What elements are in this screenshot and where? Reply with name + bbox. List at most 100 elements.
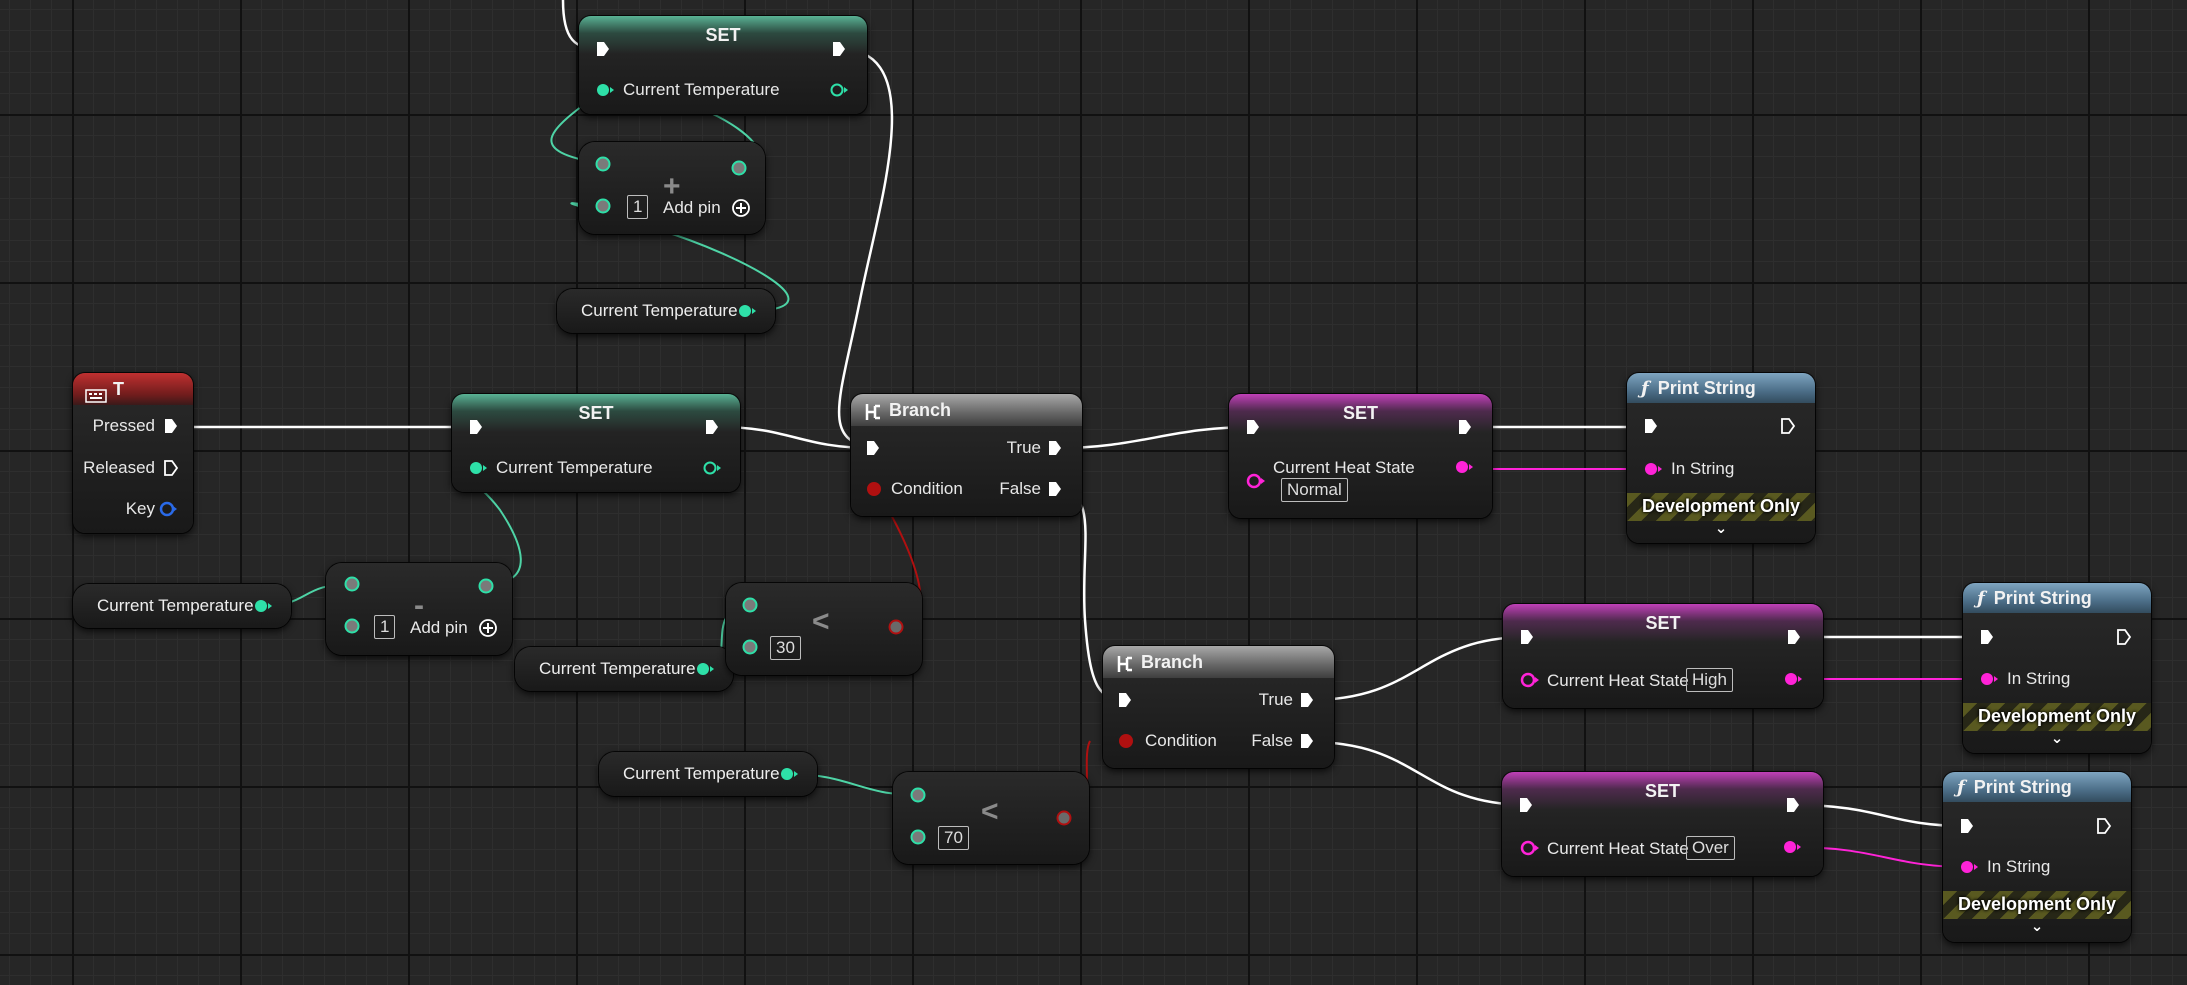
- getter-label: Current Temperature: [581, 301, 738, 320]
- set-heat-state-node[interactable]: SET Current Heat State Normal: [1229, 394, 1492, 518]
- float-out-pin[interactable]: [829, 82, 849, 103]
- float-in-pin-b[interactable]: [594, 197, 612, 220]
- bool-in-pin[interactable]: [865, 480, 883, 503]
- exec-out-pin[interactable]: [1457, 418, 1473, 441]
- bool-in-pin[interactable]: [1117, 732, 1135, 755]
- exec-out-true[interactable]: [1299, 691, 1315, 714]
- float-out-pin[interactable]: [695, 661, 715, 682]
- float-out-pin[interactable]: [737, 303, 757, 324]
- add-pin-label[interactable]: Add pin: [410, 618, 468, 638]
- exec-in-pin[interactable]: [1117, 691, 1133, 714]
- exec-out-pin[interactable]: [831, 40, 847, 63]
- string-out-pin[interactable]: [1454, 459, 1474, 480]
- chevron-down-icon[interactable]: ⌄: [1627, 519, 1815, 537]
- operator-symbol: <: [981, 795, 999, 828]
- string-in-pin[interactable]: [1643, 461, 1663, 482]
- bool-out-pin[interactable]: [1055, 809, 1073, 832]
- float-in-pin-a[interactable]: [741, 596, 759, 619]
- string-in-pin[interactable]: [1245, 472, 1267, 495]
- exec-out-pin[interactable]: [1786, 628, 1802, 651]
- exec-in-pin[interactable]: [1519, 628, 1535, 651]
- literal-input[interactable]: 1: [627, 195, 649, 219]
- float-in-pin[interactable]: [595, 82, 615, 103]
- string-in-pin[interactable]: [1519, 839, 1541, 862]
- exec-in-pin[interactable]: [865, 439, 881, 462]
- print-string-node[interactable]: ƒ Print String In String Development Onl…: [1627, 373, 1815, 543]
- exec-in-pin[interactable]: [1518, 796, 1534, 819]
- add-pin-label[interactable]: Add pin: [663, 198, 721, 218]
- chevron-down-icon[interactable]: ⌄: [1943, 917, 2131, 935]
- node-header: ƒ Print String: [1943, 772, 2131, 802]
- print-string-node[interactable]: ƒ Print String In String Development Onl…: [1963, 583, 2151, 753]
- exec-in-pin[interactable]: [595, 40, 611, 63]
- node-header: SET: [1502, 772, 1823, 810]
- add-pin-icon[interactable]: [478, 618, 498, 643]
- float-out-pin[interactable]: [702, 460, 722, 481]
- exec-out-pin[interactable]: [2116, 628, 2132, 651]
- exec-out-true[interactable]: [1047, 439, 1063, 462]
- exec-pin-released[interactable]: [163, 459, 179, 482]
- string-out-pin[interactable]: [1783, 671, 1803, 692]
- string-value-input[interactable]: High: [1686, 668, 1733, 692]
- exec-out-pin[interactable]: [1785, 796, 1801, 819]
- exec-in-pin[interactable]: [1979, 628, 1995, 651]
- branch-node[interactable]: Branch True Condition False: [1103, 646, 1334, 768]
- input-key-event-node[interactable]: T Pressed Released Key: [73, 373, 193, 533]
- variable-getter-node[interactable]: Current Temperature: [515, 647, 733, 691]
- add-operator-node[interactable]: + 1 Add pin: [579, 142, 765, 234]
- bool-out-pin[interactable]: [887, 618, 905, 641]
- branch-icon: [1115, 652, 1135, 684]
- exec-out-pin[interactable]: [2096, 817, 2112, 840]
- float-out-pin[interactable]: [253, 598, 273, 619]
- in-string-label: In String: [2007, 669, 2071, 688]
- float-in-pin[interactable]: [468, 460, 488, 481]
- exec-in-pin[interactable]: [1643, 417, 1659, 440]
- exec-out-false[interactable]: [1047, 480, 1063, 503]
- float-out-pin[interactable]: [477, 577, 495, 600]
- variable-getter-node[interactable]: Current Temperature: [599, 752, 817, 796]
- print-string-node[interactable]: ƒ Print String In String Development Onl…: [1943, 772, 2131, 942]
- less-than-node[interactable]: 70 <: [893, 772, 1089, 864]
- branch-node[interactable]: Branch True Condition False: [851, 394, 1082, 516]
- float-in-pin-a[interactable]: [909, 786, 927, 809]
- float-in-pin-b[interactable]: [741, 638, 759, 661]
- node-header: SET: [1229, 394, 1492, 432]
- set-variable-node[interactable]: SET Current Temperature: [452, 394, 740, 492]
- exec-in-pin[interactable]: [468, 418, 484, 441]
- string-out-pin[interactable]: [1782, 839, 1802, 860]
- subtract-operator-node[interactable]: - 1 Add pin: [326, 563, 512, 655]
- set-heat-state-node[interactable]: SET Current Heat State Over: [1502, 772, 1823, 876]
- less-than-node[interactable]: 30 <: [726, 583, 922, 675]
- variable-getter-node[interactable]: Current Temperature: [557, 289, 775, 333]
- string-in-pin[interactable]: [1979, 671, 1999, 692]
- add-pin-icon[interactable]: [731, 198, 751, 223]
- function-icon: ƒ: [1641, 378, 1649, 399]
- literal-input[interactable]: 30: [770, 636, 801, 660]
- variable-getter-node[interactable]: Current Temperature: [73, 584, 291, 628]
- float-in-pin-a[interactable]: [343, 575, 361, 598]
- float-out-pin[interactable]: [730, 159, 748, 182]
- exec-out-pin[interactable]: [1780, 417, 1796, 440]
- string-value-input[interactable]: Normal: [1281, 478, 1348, 502]
- float-in-pin-b[interactable]: [343, 617, 361, 640]
- exec-pin-pressed[interactable]: [163, 417, 179, 440]
- variable-name: Current Heat State: [1547, 839, 1689, 858]
- chevron-down-icon[interactable]: ⌄: [1963, 729, 2151, 747]
- float-out-pin[interactable]: [779, 766, 799, 787]
- literal-input[interactable]: 1: [374, 615, 396, 639]
- float-in-pin-b[interactable]: [909, 828, 927, 851]
- exec-out-pin[interactable]: [704, 418, 720, 441]
- exec-in-pin[interactable]: [1245, 418, 1261, 441]
- set-variable-node[interactable]: SET Current Temperature: [579, 16, 867, 114]
- string-in-pin[interactable]: [1959, 859, 1979, 880]
- exec-in-pin[interactable]: [1959, 817, 1975, 840]
- operator-symbol: <: [812, 605, 830, 638]
- set-heat-state-node[interactable]: SET Current Heat State High: [1503, 604, 1823, 708]
- development-only-banner: Development Only: [1963, 703, 2151, 731]
- float-in-pin-a[interactable]: [594, 155, 612, 178]
- string-in-pin[interactable]: [1519, 671, 1541, 694]
- string-value-input[interactable]: Over: [1686, 836, 1735, 860]
- struct-pin-key[interactable]: [158, 500, 178, 523]
- exec-out-false[interactable]: [1299, 732, 1315, 755]
- literal-input[interactable]: 70: [938, 826, 969, 850]
